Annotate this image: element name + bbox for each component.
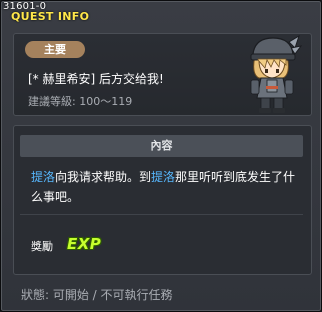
content-section-header: 內容 (20, 135, 303, 157)
quest-name-tag: [* 赫里希安] (28, 72, 96, 86)
quest-category-badge: 主要 (25, 41, 85, 58)
reward-label: 獎勵 (31, 240, 53, 253)
status-value: 可開始 / 不可執行任務 (49, 288, 173, 302)
exp-icon: EXP (67, 235, 102, 253)
divider (20, 214, 303, 215)
status-label: 狀態: (21, 288, 50, 302)
description-text: 向我请求帮助。到 (55, 170, 152, 184)
recommended-level: 建議等級: 100～119 (28, 93, 132, 109)
quest-info-window: 31601-0 QUEST INFO 主要 [* 赫里希安] 后方交给我! 建議… (0, 0, 322, 312)
quest-status: 狀態: 可開始 / 不可執行任務 (21, 286, 173, 303)
npc-name-link: 提洛 (151, 170, 176, 184)
window-title: QUEST INFO (11, 10, 90, 23)
quest-detail-panel: 內容 提洛向我请求帮助。到提洛那里听听到底发生了什么事吧。 獎勵 EXP (13, 125, 312, 275)
knight-character-icon (250, 34, 303, 113)
quest-description: 提洛向我请求帮助。到提洛那里听听到底发生了什么事吧。 (31, 167, 299, 207)
quest-summary-panel: 主要 [* 赫里希安] 后方交给我! 建議等級: 100～119 (13, 33, 312, 116)
level-value: 100～119 (75, 95, 133, 108)
level-label: 建議等級: (28, 95, 76, 108)
quest-name-text: 后方交给我! (95, 72, 164, 86)
npc-name-link: 提洛 (31, 170, 56, 184)
quest-name: [* 赫里希安] 后方交给我! (28, 70, 164, 87)
